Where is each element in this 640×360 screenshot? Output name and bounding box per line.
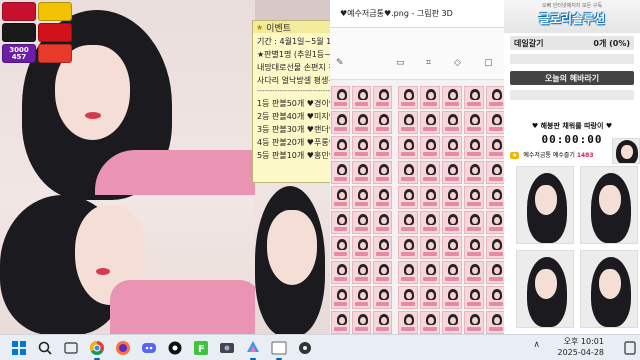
brush-icon[interactable]: ✎ <box>336 58 348 68</box>
profile-thumbnail <box>612 138 640 164</box>
paint3d-title: ♥예수저금통♥.png - 그림판 3D <box>340 9 453 18</box>
photo-thumbnail <box>516 166 574 244</box>
firefox-icon[interactable] <box>110 335 136 360</box>
taskbar-clock[interactable]: 오후 10:01 2025-04-28 <box>544 335 605 359</box>
rank-count: 1483 <box>576 152 594 159</box>
app-icon[interactable] <box>162 335 188 360</box>
windows-start-icon[interactable] <box>6 335 32 360</box>
notification-icon[interactable] <box>624 340 636 355</box>
paint3d-window[interactable]: ♥예수저금통♥.png - 그림판 3D ✎ ▭ ⌗ ◇ ▢ <box>330 0 506 334</box>
search-icon[interactable] <box>32 335 58 360</box>
shirt-shape-2 <box>110 280 255 334</box>
sticky-note-icon: ★ <box>256 22 264 32</box>
rank-text: 예수저금통 예수즐기 <box>523 152 575 159</box>
chrome-icon[interactable] <box>84 335 110 360</box>
paint3d-titlebar[interactable]: ♥예수저금통♥.png - 그림판 3D <box>330 0 504 28</box>
photo-thumbnail <box>580 166 638 244</box>
rank-badge: ★ <box>510 152 520 159</box>
face-shape-3 <box>267 210 317 285</box>
paint3d-toolbar[interactable]: ✎ ▭ ⌗ ◇ ▢ <box>330 28 504 80</box>
goal-progress-bar <box>510 54 634 64</box>
lip-shape <box>85 112 101 119</box>
crop-icon[interactable]: ⌗ <box>426 58 438 68</box>
app-window-icon[interactable] <box>266 335 292 360</box>
stream-video-background-mid <box>255 180 330 334</box>
task-view-icon[interactable] <box>58 335 84 360</box>
clock-date: 2025-04-28 <box>557 348 605 357</box>
lip-shape-2 <box>96 268 110 275</box>
secondary-progress-bar <box>510 90 634 100</box>
photo-thumbnail <box>516 250 574 328</box>
settings-app-icon[interactable] <box>292 335 318 360</box>
banner-subtitle: 오빠 인터넷제지지 모든 구독 <box>542 3 602 9</box>
goal-row: 데일갈기 0개 (0%) <box>510 36 634 50</box>
sticker-icon[interactable]: ◇ <box>454 58 466 68</box>
goal-label: 데일갈기 <box>514 38 544 48</box>
game-icon[interactable] <box>38 2 72 21</box>
brand-banner: 오빠 인터넷제지지 모든 구독 글로리솔루션 <box>504 0 640 33</box>
game-icon[interactable] <box>38 23 72 42</box>
select-icon[interactable]: ▭ <box>396 58 408 68</box>
today-row: 오늘의 혜바라기 <box>510 71 634 85</box>
game-icon[interactable] <box>38 44 72 63</box>
discord-icon[interactable] <box>136 335 162 360</box>
timer-title: ♥ 해봉판 채워를 따랑이 ♥ <box>531 122 613 130</box>
game-icon[interactable] <box>2 2 36 21</box>
banner-title: 글로리솔루션 <box>538 12 606 26</box>
paint3d-canvas[interactable] <box>396 84 506 334</box>
sticky-note-title: 이벤트 <box>266 23 292 34</box>
game-icon[interactable] <box>2 23 36 42</box>
game-icon[interactable]: 3000 457 <box>2 44 36 63</box>
app-f-icon[interactable]: F <box>188 335 214 360</box>
shirt-shape <box>95 150 255 195</box>
clock-time: 오후 10:01 <box>563 337 604 346</box>
tray-chevron-icon[interactable]: ∧ <box>533 340 540 350</box>
paint3d-canvas-left[interactable] <box>330 84 392 334</box>
stream-overlay-panel: 오빠 인터넷제지지 모든 구독 글로리솔루션 데일갈기 0개 (0%) 오늘의 … <box>504 0 640 334</box>
stream-app-icon[interactable] <box>214 335 240 360</box>
view-icon[interactable]: ▢ <box>484 58 496 68</box>
photo-thumbnail <box>580 250 638 328</box>
goal-value: 0개 (0%) <box>593 38 630 48</box>
paint3d-icon[interactable] <box>240 335 266 360</box>
svg-text:F: F <box>198 344 205 355</box>
game-icons-grid: 3000 457 <box>2 2 74 63</box>
